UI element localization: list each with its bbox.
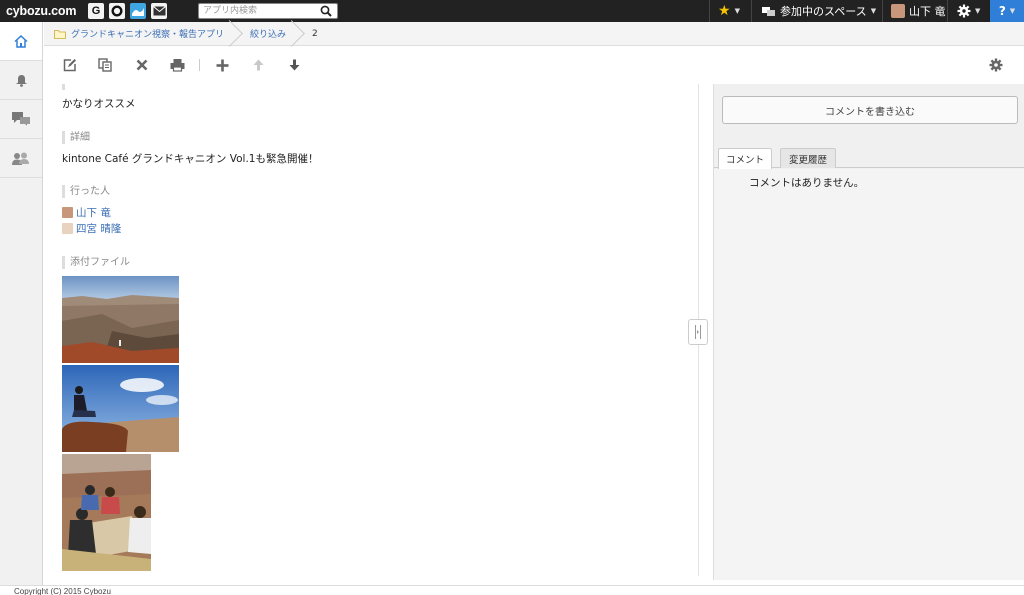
footer: Copyright (C) 2015 Cybozu (0, 585, 1024, 595)
gear-icon[interactable] (987, 56, 1005, 74)
garoon-app-icon[interactable]: G (88, 3, 104, 19)
kintone-app-icon[interactable] (130, 3, 146, 19)
delete-icon[interactable] (133, 56, 151, 74)
app-search-input[interactable] (199, 4, 317, 18)
users-icon (12, 152, 30, 165)
spaces-menu[interactable]: 参加中のスペース ▼ (751, 0, 882, 22)
breadcrumb: グランドキャニオン視察・報告アプリ 絞り込み 2 (44, 22, 1024, 46)
speech-bubbles-icon (12, 112, 30, 126)
attachment-photo[interactable] (62, 365, 179, 452)
visitor-link[interactable]: 山下 竜 (62, 205, 111, 220)
print-icon[interactable] (168, 56, 186, 74)
nav-people-chat[interactable] (0, 100, 42, 139)
user-avatar (62, 223, 73, 234)
nav-notifications[interactable] (0, 61, 42, 100)
tab-change-history[interactable]: 変更履歴 (780, 148, 836, 168)
arrow-down-icon[interactable] (285, 56, 303, 74)
spaces-icon (762, 6, 776, 17)
chevron-down-icon: ▼ (734, 7, 740, 15)
record-detail: かなりオススメ 詳細 kintone Café グランドキャニオン Vol.1も… (44, 84, 698, 576)
field-label-visitors: 行った人 (62, 185, 110, 198)
copy-icon[interactable] (96, 56, 114, 74)
app-search-box[interactable] (198, 3, 338, 19)
breadcrumb-app-label: グランドキャニオン視察・報告アプリ (71, 30, 225, 40)
comment-tabs: コメント 変更履歴 (714, 148, 1024, 169)
nav-users[interactable] (0, 139, 42, 178)
attachment-photo[interactable] (62, 276, 179, 363)
edit-icon[interactable] (61, 56, 79, 74)
settings-menu[interactable]: ▼ (947, 0, 990, 22)
user-name: 山下 竜 (909, 5, 946, 18)
add-icon[interactable] (213, 56, 231, 74)
user-menu[interactable]: 山下 竜 (882, 0, 947, 22)
office-app-icon[interactable] (109, 3, 125, 19)
global-header: cybozu.com G ★ ▼ 参加中のスペース ▼ 山下 竜 ▼ ? ▼ (0, 0, 1024, 22)
breadcrumb-record-label: 2 (312, 28, 318, 39)
breadcrumb-app[interactable]: グランドキャニオン視察・報告アプリ (44, 22, 234, 46)
chevron-down-icon: ▼ (870, 7, 877, 15)
record-toolbar (44, 47, 1024, 84)
visitor-name: 山下 竜 (76, 207, 111, 219)
visitor-name: 四宮 晴隆 (76, 223, 122, 235)
favorites-menu[interactable]: ★ ▼ (709, 0, 751, 22)
star-icon: ★ (718, 3, 731, 19)
mail-app-icon[interactable] (151, 3, 167, 19)
user-avatar (891, 4, 905, 18)
breadcrumb-filter[interactable]: 絞り込み (234, 22, 296, 46)
user-avatar (62, 207, 73, 218)
field-label-cut (62, 84, 70, 90)
copyright-text: Copyright (C) 2015 Cybozu (14, 587, 111, 595)
no-comments-message: コメントはありません。 (749, 177, 865, 189)
breadcrumb-record-number: 2 (296, 22, 328, 46)
field-value-detail: kintone Café グランドキャニオン Vol.1も緊急開催！ (62, 153, 319, 165)
tab-comments[interactable]: コメント (718, 148, 772, 169)
help-menu[interactable]: ? ▼ (990, 0, 1024, 22)
chevron-down-icon: ▼ (975, 7, 981, 15)
toolbar-divider (199, 59, 200, 71)
left-sidebar (0, 22, 43, 585)
chevron-down-icon: ▼ (1009, 7, 1016, 15)
comment-list: コメントはありません。 (714, 169, 1024, 580)
help-icon: ? (998, 4, 1006, 18)
write-comment-button[interactable]: コメントを書き込む (722, 96, 1018, 124)
spaces-label: 参加中のスペース (780, 5, 867, 18)
field-label-detail: 詳細 (62, 131, 90, 144)
breadcrumb-filter-label: 絞り込み (250, 30, 287, 40)
home-icon (14, 34, 28, 48)
nav-portal[interactable] (0, 22, 42, 61)
bell-icon (15, 74, 28, 87)
folder-icon (54, 29, 66, 39)
gear-icon (957, 4, 971, 18)
panel-splitter-handle[interactable] (688, 319, 708, 345)
comment-panel: コメントを書き込む コメント 変更履歴 コメントはありません。 (713, 84, 1024, 580)
search-icon[interactable] (317, 4, 335, 18)
visitor-link[interactable]: 四宮 晴隆 (62, 221, 121, 236)
cybozu-logo[interactable]: cybozu.com (0, 4, 82, 18)
arrow-up-icon[interactable] (249, 56, 267, 74)
field-value-recommend: かなりオススメ (62, 98, 136, 110)
field-label-attachments: 添付ファイル (62, 256, 130, 269)
attachment-photo[interactable] (62, 454, 151, 571)
